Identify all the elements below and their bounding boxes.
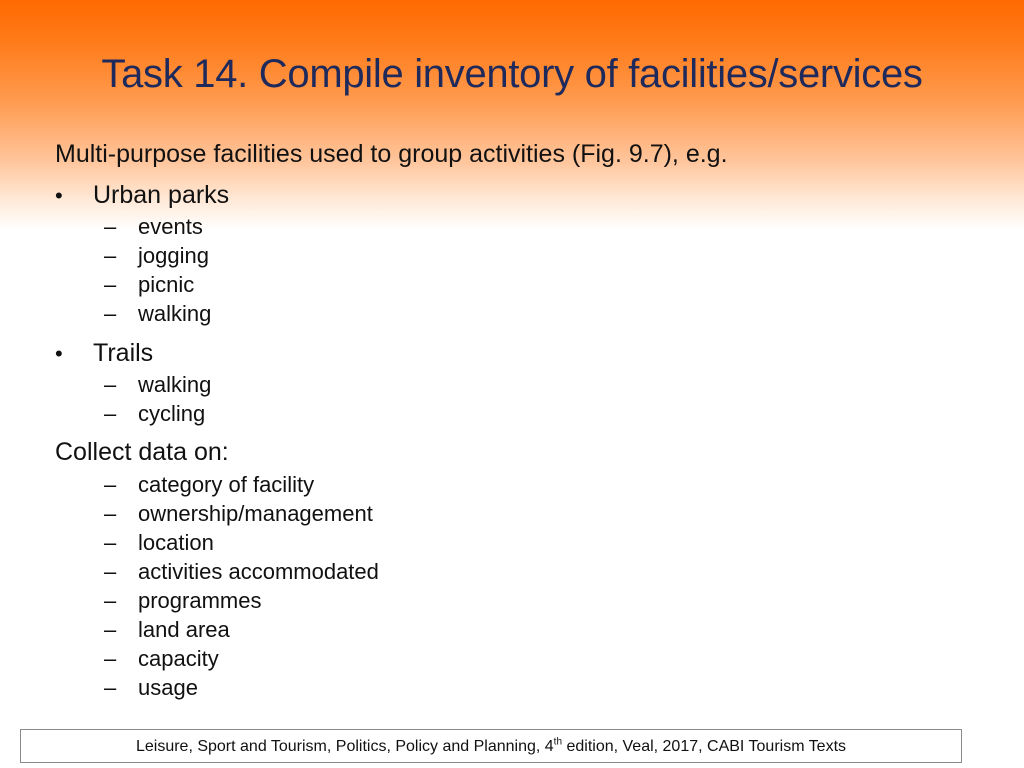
- slide: Task 14. Compile inventory of facilities…: [0, 0, 1024, 768]
- list-item: – ownership/management: [104, 501, 373, 526]
- list-item: – activities accommodated: [104, 559, 379, 584]
- bullet-icon: •: [55, 183, 63, 208]
- list-item: – cycling: [104, 401, 206, 426]
- list-item: – location: [104, 530, 214, 555]
- bullet-label: Trails: [93, 339, 154, 367]
- dash-icon: –: [104, 214, 117, 239]
- dash-icon: –: [104, 530, 117, 555]
- dash-icon: –: [104, 675, 117, 700]
- dash-icon: –: [104, 472, 117, 497]
- list-item: – land area: [104, 617, 230, 642]
- bullet-icon: •: [55, 341, 63, 366]
- list-item: – walking: [104, 301, 212, 326]
- list-item: – category of facility: [104, 472, 315, 497]
- list-item: – capacity: [104, 646, 219, 671]
- citation-footer: Leisure, Sport and Tourism, Politics, Po…: [20, 729, 962, 763]
- dash-icon: –: [104, 559, 117, 584]
- dash-icon: –: [104, 372, 117, 397]
- list-item: – walking: [104, 372, 212, 397]
- bullet-label: Urban parks: [93, 181, 230, 209]
- list-item: – usage: [104, 675, 198, 700]
- dash-icon: –: [104, 243, 117, 268]
- dash-icon: –: [104, 617, 117, 642]
- dash-icon: –: [104, 272, 117, 297]
- bullet-trails: • Trails: [55, 339, 153, 368]
- list-item: – events: [104, 214, 203, 239]
- collect-heading: Collect data on:: [55, 438, 229, 466]
- slide-title: Task 14. Compile inventory of facilities…: [101, 52, 923, 96]
- dash-icon: –: [104, 301, 117, 326]
- intro-text: Multi-purpose facilities used to group a…: [55, 140, 728, 168]
- dash-icon: –: [104, 401, 117, 426]
- dash-icon: –: [104, 588, 117, 613]
- dash-icon: –: [104, 646, 117, 671]
- dash-icon: –: [104, 501, 117, 526]
- list-item: – jogging: [104, 243, 209, 268]
- list-item: – programmes: [104, 588, 262, 613]
- bullet-urban-parks: • Urban parks: [55, 181, 229, 210]
- list-item: – picnic: [104, 272, 195, 297]
